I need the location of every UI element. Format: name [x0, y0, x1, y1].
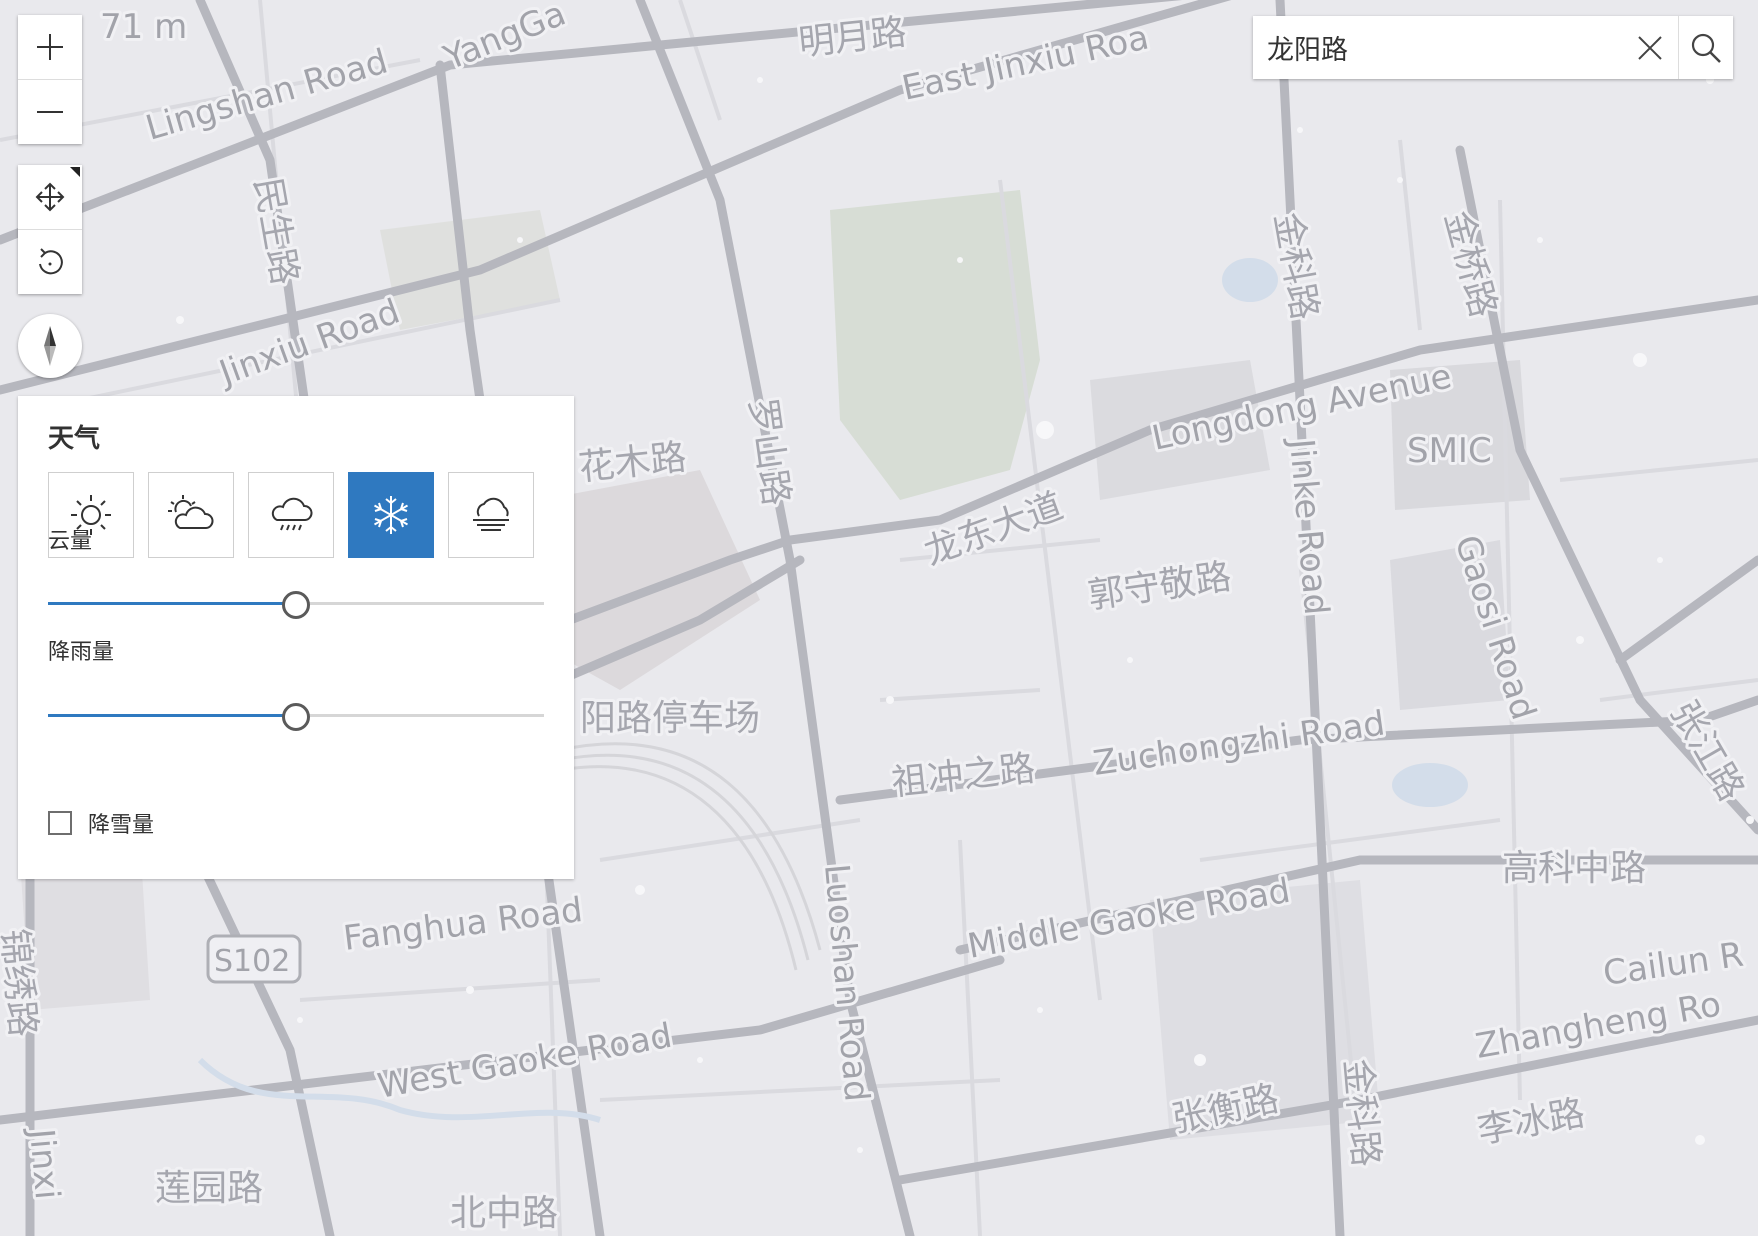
snow-icon: [374, 496, 408, 534]
clear-search-button[interactable]: [1623, 16, 1678, 79]
minus-icon: [37, 111, 63, 113]
rain-icon: [271, 497, 313, 531]
close-icon: [1638, 35, 1662, 60]
slider-fill: [48, 714, 296, 717]
scale-label: 71 m: [100, 7, 187, 47]
panel-title: 天气: [48, 424, 101, 454]
plus-icon: [37, 34, 63, 60]
snow-label: 降雪量: [88, 813, 155, 838]
snow-checkbox[interactable]: [48, 811, 72, 835]
weather-partly-cloudy-button[interactable]: [148, 472, 234, 558]
fog-icon: [473, 497, 509, 531]
rain-slider[interactable]: [48, 701, 544, 731]
poi-label: SMIC: [1407, 431, 1492, 471]
poi-label: 阳路停车场: [580, 698, 760, 739]
road-label: 莲园路: [155, 1168, 263, 1209]
zoom-out-button[interactable]: [18, 79, 82, 144]
weather-rain-button[interactable]: [248, 472, 334, 558]
rotate-button[interactable]: [18, 229, 82, 294]
search-icon: [1691, 33, 1721, 63]
weather-snow-button[interactable]: [348, 472, 434, 558]
slider-fill: [48, 602, 296, 605]
road-label: 北中路: [450, 1193, 558, 1234]
rotate-icon: [39, 248, 63, 275]
pan-icon: [35, 182, 65, 212]
compass-button[interactable]: [18, 314, 82, 378]
road-label: Jinxi: [21, 1125, 67, 1201]
svg-text:S102: S102: [214, 944, 290, 979]
highway-shield: S102: [206, 934, 302, 984]
zoom-in-button[interactable]: [18, 15, 82, 79]
weather-fog-button[interactable]: [448, 472, 534, 558]
expand-indicator-icon: [70, 167, 80, 177]
search-button[interactable]: [1677, 16, 1734, 79]
cloud-slider[interactable]: [48, 589, 544, 619]
pan-button[interactable]: [18, 165, 82, 229]
partly-cloudy-icon: [168, 495, 214, 529]
slider-thumb[interactable]: [282, 703, 310, 731]
cloud-label: 云量: [48, 529, 93, 554]
compass-needle-icon: [44, 326, 56, 366]
slider-thumb[interactable]: [282, 591, 310, 619]
navigation-tools: [18, 165, 82, 294]
rain-label: 降雨量: [48, 640, 115, 665]
weather-panel: 天气 云量 降雨量 降雪量: [18, 396, 574, 879]
search-box: [1253, 16, 1733, 79]
road-label: 高科中路: [1502, 848, 1646, 889]
search-input[interactable]: [1253, 16, 1623, 79]
zoom-controls: [18, 15, 82, 144]
snow-checkbox-row[interactable]: 降雪量: [48, 807, 154, 839]
weather-options: [48, 472, 534, 558]
